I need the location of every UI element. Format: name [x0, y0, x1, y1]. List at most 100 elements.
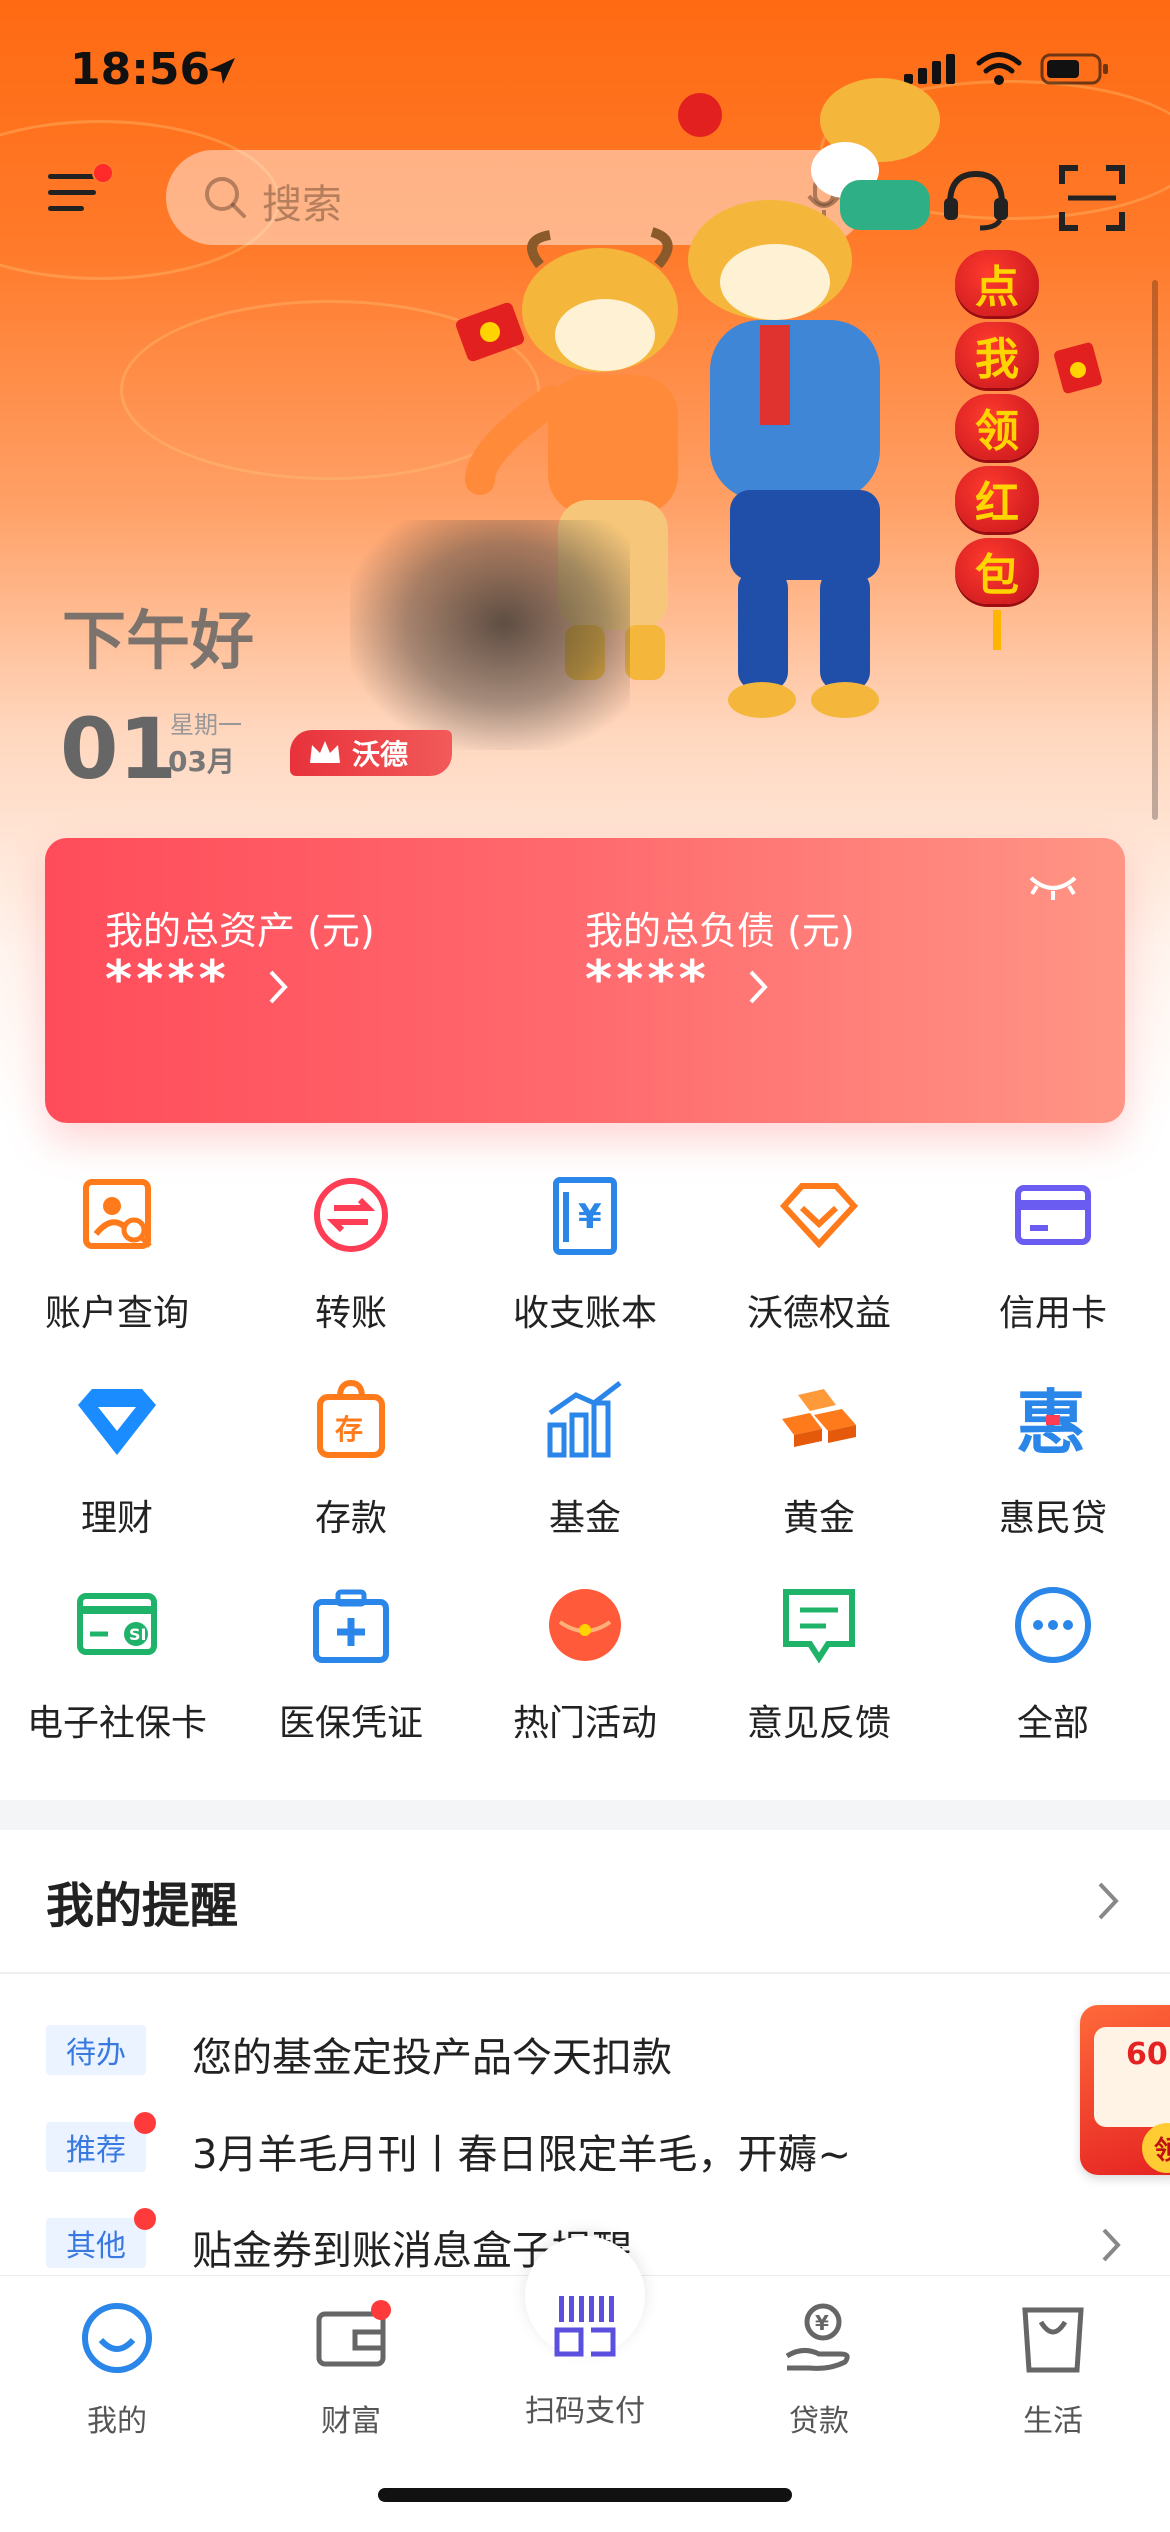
home-indicator[interactable]: [378, 2488, 792, 2502]
more-dots-icon: [1015, 1587, 1091, 1663]
chevron-right-icon[interactable]: [267, 968, 291, 1006]
grid-item-deposit[interactable]: 存 存款: [234, 1375, 468, 1541]
grid-item-social-security[interactable]: SI 电子社保卡: [0, 1580, 234, 1746]
tab-mine[interactable]: 我的: [0, 2298, 234, 2440]
tab-label: 扫码支付: [525, 2394, 645, 2429]
smile-icon: [82, 2303, 152, 2373]
grid-label: 信用卡: [998, 1293, 1107, 1334]
grid-label: 账户查询: [44, 1293, 189, 1334]
tab-label: 财富: [321, 2404, 381, 2439]
tab-scan-pay[interactable]: 扫码支付: [468, 2296, 702, 2430]
grid-label: 基金: [548, 1498, 621, 1539]
scrollbar[interactable]: [1152, 280, 1158, 820]
scribble-mark: [350, 520, 630, 750]
total-assets-value[interactable]: ****: [105, 950, 230, 1010]
grid-label: 收支账本: [512, 1293, 657, 1334]
vip-badge[interactable]: 沃德: [290, 730, 452, 776]
vip-label: 沃德: [352, 738, 409, 771]
credit-card-icon: [1015, 1185, 1091, 1245]
grid-item-credit-card[interactable]: 信用卡: [936, 1170, 1170, 1336]
medical-insurance-icon: [313, 1589, 389, 1663]
menu-icon: [48, 174, 96, 179]
red-envelope-icon: [549, 1589, 621, 1661]
scan-pay-icon: [554, 2296, 616, 2357]
grid-label: 存款: [314, 1498, 387, 1539]
grid-label: 电子社保卡: [26, 1703, 207, 1744]
tab-label: 我的: [87, 2404, 147, 2439]
grid-item-hot-activity[interactable]: 热门活动: [468, 1580, 702, 1746]
wealth-diamond-icon: [78, 1389, 156, 1455]
wifi-icon: [976, 52, 1022, 85]
wallet-icon: [316, 2300, 391, 2367]
crown-icon: [310, 741, 340, 763]
gold-bars-icon: [782, 1389, 856, 1447]
location-arrow-icon: [209, 58, 235, 84]
svg-text:存: 存: [335, 1413, 363, 1446]
date-day: 01: [60, 700, 177, 798]
promo-number: 60: [1126, 2037, 1168, 2072]
shopping-bag-icon: [1022, 2307, 1084, 2373]
reminder-text: 3月羊毛月刊丨春日限定羊毛，开薅~: [192, 2132, 851, 2178]
section-divider: [0, 1800, 1170, 1830]
red-envelope-icon: [1054, 342, 1102, 394]
social-security-card-icon: SI: [77, 1593, 157, 1655]
lantern-char: 我: [955, 322, 1039, 388]
promo-claim-button[interactable]: 领: [1142, 2123, 1170, 2173]
grid-item-fund[interactable]: 基金: [468, 1375, 702, 1541]
notification-dot: [92, 162, 114, 184]
total-debt-value[interactable]: ****: [585, 950, 710, 1010]
scan-icon[interactable]: [1058, 164, 1126, 232]
grid-label: 转账: [314, 1293, 387, 1334]
lantern-char: 点: [955, 250, 1039, 316]
promo-floating-card[interactable]: 60 领: [1080, 2005, 1170, 2175]
grid-item-huimin-loan[interactable]: 惠 惠民贷: [936, 1375, 1170, 1541]
reminders-title[interactable]: 我的提醒: [46, 1866, 238, 1936]
reminder-tag: 待办: [46, 2025, 146, 2075]
lantern-char: 红: [955, 466, 1039, 532]
date-weekday: 星期一: [170, 711, 242, 739]
status-time: 18:56: [70, 44, 211, 95]
tab-wealth[interactable]: 财富: [234, 2298, 468, 2440]
grid-item-ledger[interactable]: ¥ 收支账本: [468, 1170, 702, 1336]
tab-life[interactable]: 生活: [936, 2298, 1170, 2440]
chevron-right-icon[interactable]: [1096, 1880, 1122, 1922]
grid-item-account-query[interactable]: 账户查询: [0, 1170, 234, 1336]
grid-item-medical-insurance[interactable]: 医保凭证: [234, 1580, 468, 1746]
divider: [0, 1972, 1170, 1974]
eye-closed-icon[interactable]: [1027, 870, 1079, 902]
reminder-tag: 其他: [46, 2218, 146, 2268]
unread-dot: [134, 2112, 156, 2134]
battery-icon: [1040, 53, 1108, 85]
red-envelope-lanterns[interactable]: 点 我 领 红 包: [955, 250, 1039, 650]
search-icon: [205, 177, 246, 218]
greeting-text: 下午好: [62, 605, 254, 679]
grid-label: 全部: [1016, 1703, 1089, 1744]
date-month: 03月: [168, 745, 235, 778]
reminder-text: 您的基金定投产品今天扣款: [192, 2035, 672, 2081]
svg-text:¥: ¥: [578, 1197, 602, 1237]
transfer-icon: [314, 1178, 388, 1252]
feedback-icon: [783, 1589, 855, 1664]
total-assets-label: 我的总资产 (元): [105, 909, 375, 953]
grid-item-gold[interactable]: 黄金: [702, 1375, 936, 1541]
tab-label: 贷款: [789, 2404, 849, 2439]
grid-item-transfer[interactable]: 转账: [234, 1170, 468, 1336]
tab-loan[interactable]: ¥ 贷款: [702, 2298, 936, 2440]
loan-hand-icon: ¥: [785, 2303, 850, 2371]
svg-text:SI: SI: [129, 1625, 146, 1644]
grid-item-wealth[interactable]: 理财: [0, 1375, 234, 1541]
fund-chart-icon: [547, 1381, 622, 1458]
total-debt-label: 我的总负债 (元): [585, 909, 855, 953]
grid-item-benefits[interactable]: 沃德权益: [702, 1170, 936, 1336]
grid-item-feedback[interactable]: 意见反馈: [702, 1580, 936, 1746]
tab-label: 生活: [1023, 2404, 1083, 2439]
grid-label: 意见反馈: [746, 1703, 891, 1744]
grid-label: 沃德权益: [746, 1293, 891, 1334]
lantern-tassel: [993, 610, 1001, 650]
grid-item-all[interactable]: 全部: [936, 1580, 1170, 1746]
chevron-right-icon[interactable]: [1100, 2226, 1124, 2264]
reminder-item[interactable]: 待办 您的基金定投产品今天扣款: [46, 2025, 1046, 2085]
chevron-right-icon[interactable]: [747, 968, 771, 1006]
account-query-icon: [83, 1179, 152, 1249]
reminder-item[interactable]: 推荐 3月羊毛月刊丨春日限定羊毛，开薅~: [46, 2112, 1046, 2182]
